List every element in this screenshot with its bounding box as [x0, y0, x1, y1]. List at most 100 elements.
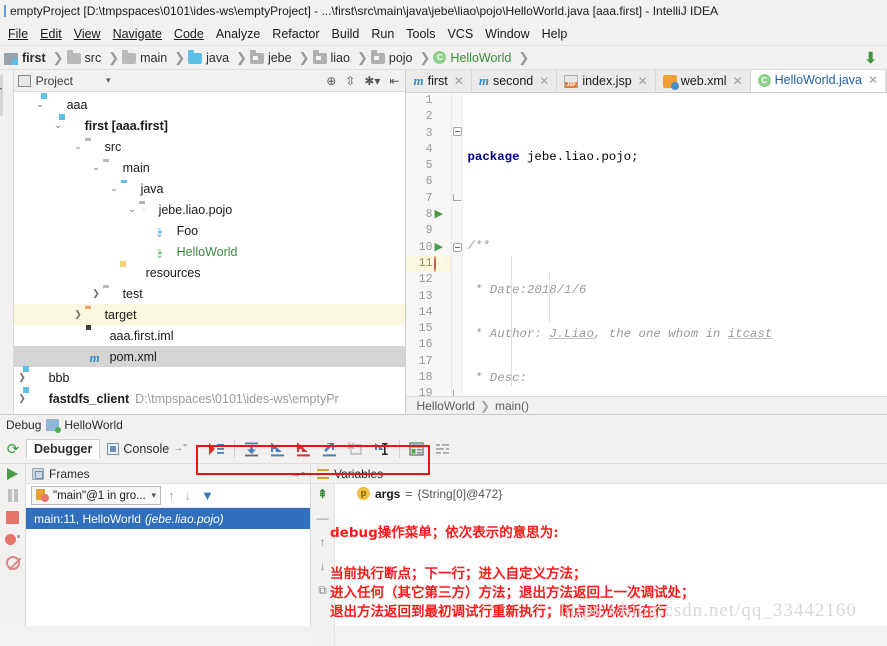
breadcrumb-item-java[interactable]: java ❯ [188, 50, 250, 66]
arrow-up-icon[interactable]: ↑ [165, 488, 178, 503]
copy-value-icon[interactable]: ⧉ [318, 583, 327, 598]
tree-row-helloworld[interactable]: C HelloWorld [14, 241, 406, 262]
chevron-down-icon[interactable]: ⌄ [90, 162, 103, 173]
tree-row-pom[interactable]: m pom.xml [13, 346, 406, 367]
force-step-into-icon[interactable] [291, 437, 317, 461]
tree-row-main[interactable]: ⌄ main [14, 157, 406, 178]
run-marker-icon[interactable]: ▶ [434, 207, 448, 221]
chevron-down-icon[interactable]: ⌄ [34, 99, 47, 110]
watch-add-icon[interactable]: ⇞ [317, 487, 327, 501]
breadcrumb-class[interactable]: HelloWorld [416, 399, 474, 413]
menu-help[interactable]: Help [536, 25, 574, 43]
chevron-down-icon[interactable]: ⌄ [72, 141, 85, 152]
stop-icon[interactable] [6, 511, 19, 524]
move-down-icon[interactable]: ↓ [320, 559, 326, 573]
breakpoint-verified-icon[interactable] [434, 256, 448, 272]
tree-row-package[interactable]: ⌄ jebe.liao.pojo [14, 199, 406, 220]
menu-navigate[interactable]: Navigate [107, 25, 168, 43]
tree-row-bbb[interactable]: ❯ bbb [14, 367, 406, 388]
menu-run[interactable]: Run [365, 25, 400, 43]
code-folding-column[interactable] [452, 93, 464, 396]
tree-row-first[interactable]: ⌄ first [aaa.first] [14, 115, 406, 136]
tree-row-foo[interactable]: C Foo [14, 220, 406, 241]
resume-program-icon[interactable] [7, 468, 18, 480]
code-text[interactable]: package jebe.liao.pojo; /** * Date:2018/… [463, 93, 887, 396]
chevron-right-icon[interactable]: ❯ [16, 393, 29, 404]
tree-row-aaa[interactable]: ⌄ aaa [14, 94, 406, 115]
close-icon[interactable]: ✕ [868, 73, 878, 87]
tab-web-xml[interactable]: web.xml ✕ [655, 70, 751, 92]
download-arrow-icon[interactable]: ⬇ [864, 49, 877, 67]
menu-refactor[interactable]: Refactor [266, 25, 325, 43]
menu-analyze[interactable]: Analyze [210, 25, 266, 43]
tab-console[interactable]: Console →" [100, 440, 193, 458]
settings-list-icon[interactable] [430, 437, 456, 461]
target-icon[interactable]: ⊕ [324, 74, 338, 88]
tool-window-structure[interactable]: 7: Structure [0, 144, 3, 196]
evaluate-expression-icon[interactable] [404, 437, 430, 461]
arrow-down-icon[interactable]: ↓ [182, 488, 195, 503]
tab-first[interactable]: m first ✕ [406, 70, 472, 92]
chevron-right-icon[interactable]: ❯ [72, 309, 85, 320]
rerun-icon[interactable]: ⟳ [0, 440, 26, 458]
breadcrumb-item-jebe[interactable]: jebe ❯ [249, 50, 313, 66]
frame-row-selected[interactable]: main:11, HelloWorld (jebe.liao.pojo) [26, 508, 310, 529]
chevron-right-icon[interactable]: ❯ [16, 372, 29, 383]
fold-collapse-icon[interactable] [453, 127, 463, 136]
breadcrumb-method[interactable]: main() [495, 399, 529, 413]
editor-gutter[interactable]: 1 2 3 4 5 6 7 8 9 10 11 12 13 14 15 16 1 [406, 93, 453, 396]
menu-view[interactable]: View [68, 25, 107, 43]
drop-frame-icon[interactable] [343, 437, 369, 461]
hide-panel-icon[interactable]: ⇤ [387, 74, 401, 88]
view-breakpoints-icon[interactable] [5, 533, 20, 547]
settings-pin-icon[interactable]: →▪ [290, 468, 305, 480]
tree-row-fastdfs[interactable]: ❯ fastdfs_client D:\tmpspaces\0101\ides-… [14, 388, 406, 409]
chevron-down-icon[interactable]: ▾ [151, 490, 156, 501]
tree-row-target[interactable]: ❯ target [13, 304, 406, 325]
mute-breakpoints-icon[interactable] [5, 556, 20, 570]
chevron-down-icon[interactable]: ▾ [104, 75, 113, 86]
tab-index-jsp[interactable]: index.jsp ✕ [557, 70, 656, 92]
menu-file[interactable]: File [2, 25, 34, 43]
chevron-down-icon[interactable]: ⌄ [108, 183, 121, 194]
breadcrumb-item-liao[interactable]: liao ❯ [312, 50, 371, 66]
breadcrumb-item-helloworld[interactable]: C HelloWorld ❯ [433, 50, 532, 66]
menu-code[interactable]: Code [168, 25, 210, 43]
chevron-down-icon[interactable]: ⌄ [126, 204, 139, 215]
tab-helloworld-java[interactable]: C HelloWorld.java ✕ [750, 70, 886, 92]
tool-window-project[interactable]: 1: Project [0, 74, 3, 117]
run-marker-icon[interactable]: ▶ [434, 240, 448, 254]
run-to-cursor-icon[interactable] [369, 437, 395, 461]
pause-program-icon[interactable] [7, 489, 18, 502]
tree-row-src[interactable]: ⌄ src [14, 136, 406, 157]
menu-edit[interactable]: Edit [34, 25, 68, 43]
debug-config-name[interactable]: HelloWorld [64, 418, 122, 432]
tree-row-java[interactable]: ⌄ java [14, 178, 406, 199]
breadcrumb-item-first[interactable]: first ❯ [4, 50, 67, 66]
step-over-icon[interactable] [239, 437, 265, 461]
menu-vcs[interactable]: VCS [441, 25, 479, 43]
variable-row-args[interactable]: p args = {String[0]@472} [335, 484, 887, 503]
tab-second[interactable]: m second ✕ [471, 70, 558, 92]
tree-row-iml[interactable]: aaa.first.iml [14, 325, 406, 346]
remove-watch-icon[interactable]: — [317, 511, 329, 525]
breadcrumb-item-pojo[interactable]: pojo ❯ [370, 50, 434, 66]
filter-icon[interactable]: ▼ [198, 488, 217, 503]
breadcrumb-item-src[interactable]: src ❯ [66, 50, 123, 66]
thread-selector[interactable]: "main"@1 in gro... ▾ [31, 486, 161, 505]
menu-tools[interactable]: Tools [400, 25, 441, 43]
collapse-all-icon[interactable]: ⇳ [343, 74, 357, 88]
chevron-down-icon[interactable]: ⌄ [52, 120, 65, 131]
close-icon[interactable]: ✕ [454, 74, 464, 88]
step-into-icon[interactable] [265, 437, 291, 461]
tab-debugger[interactable]: Debugger [26, 438, 101, 459]
close-icon[interactable]: ✕ [733, 74, 743, 88]
move-up-icon[interactable]: ↑ [320, 535, 326, 549]
show-execution-point-icon[interactable] [204, 437, 230, 461]
menu-window[interactable]: Window [479, 25, 535, 43]
fold-collapse-icon[interactable] [453, 243, 463, 252]
breadcrumb-item-main[interactable]: main ❯ [122, 50, 188, 66]
step-out-icon[interactable] [317, 437, 343, 461]
close-icon[interactable]: ✕ [638, 74, 648, 88]
tree-row-resources[interactable]: resources [14, 262, 406, 283]
